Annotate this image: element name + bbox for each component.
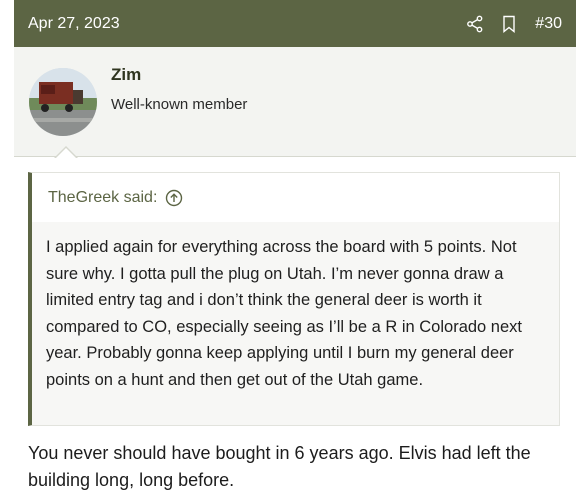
- post-date[interactable]: Apr 27, 2023: [28, 15, 465, 33]
- message-arrow-fill: [55, 147, 77, 159]
- bookmark-icon[interactable]: [499, 14, 519, 34]
- username[interactable]: Zim: [111, 65, 141, 85]
- reply-text: You never should have bought in 6 years …: [28, 443, 531, 490]
- post-header: Apr 27, 2023 #30: [14, 0, 576, 47]
- user-title: Well-known member: [111, 96, 248, 113]
- quote-author[interactable]: TheGreek said:: [48, 189, 157, 207]
- quote-block: TheGreek said: I applied again for every…: [28, 172, 560, 426]
- jump-to-quote-icon[interactable]: [165, 189, 183, 207]
- quote-header: TheGreek said:: [32, 173, 559, 222]
- post-number-link[interactable]: #30: [535, 15, 562, 33]
- post-actions: #30: [465, 14, 562, 34]
- quote-text: I applied again for everything across th…: [32, 222, 559, 425]
- user-info: Zim Well-known member: [14, 47, 576, 157]
- share-icon[interactable]: [465, 14, 485, 34]
- avatar[interactable]: [29, 68, 97, 136]
